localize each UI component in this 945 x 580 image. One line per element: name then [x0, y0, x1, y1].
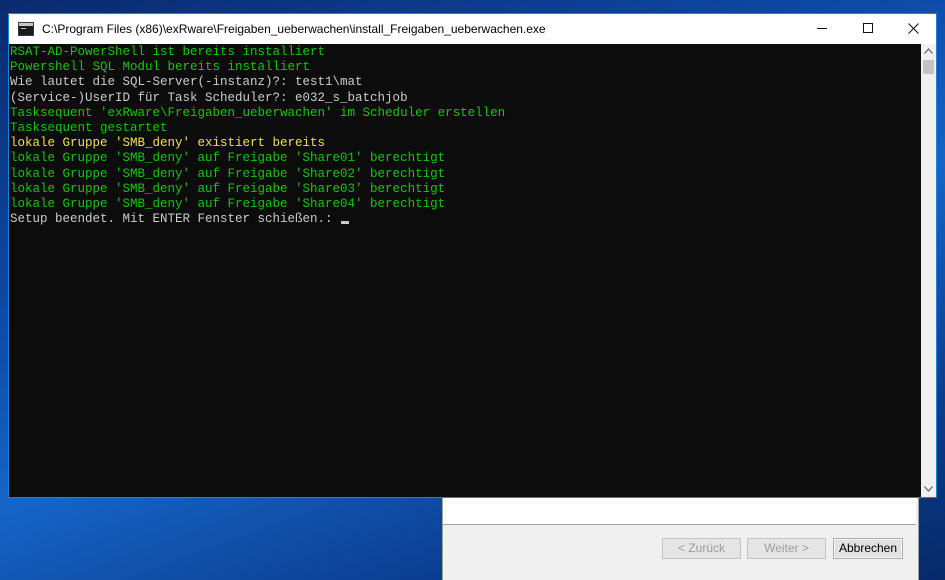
wizard-content-panel: [443, 494, 916, 525]
console-line: lokale Gruppe 'SMB_deny' auf Freigabe 'S…: [10, 182, 505, 197]
console-line: lokale Gruppe 'SMB_deny' auf Freigabe 'S…: [10, 197, 505, 212]
console-line: Powershell SQL Modul bereits installiert: [10, 60, 505, 75]
console-line-text: lokale Gruppe 'SMB_deny' auf Freigabe 'S…: [10, 196, 446, 211]
console-line-text: Powershell SQL Modul bereits installiert: [10, 60, 311, 75]
chevron-down-icon: [924, 486, 933, 492]
console-line: Tasksequent 'exRware\Freigaben_ueberwach…: [10, 106, 505, 121]
vertical-scrollbar[interactable]: [921, 44, 936, 497]
scroll-thumb[interactable]: [923, 60, 934, 74]
title-bar[interactable]: C:\Program Files (x86)\exRware\Freigaben…: [9, 14, 936, 44]
text-cursor: [341, 221, 350, 225]
console-line-text: RSAT-AD-PowerShell ist bereits installie…: [10, 45, 326, 59]
minimize-icon: [817, 28, 827, 29]
console-line-text: lokale Gruppe 'SMB_deny' auf Freigabe 'S…: [10, 181, 446, 196]
close-button[interactable]: [890, 14, 936, 43]
console-line-text: Wie lautet die SQL-Server(-instanz)?: te…: [10, 75, 363, 90]
cancel-button[interactable]: Abbrechen: [833, 538, 903, 559]
chevron-up-icon: [924, 48, 933, 54]
minimize-button[interactable]: [799, 14, 845, 43]
console-line-text: lokale Gruppe 'SMB_deny' auf Freigabe 'S…: [10, 151, 446, 166]
console-output[interactable]: RSAT-AD-PowerShell ist bereits installie…: [9, 44, 921, 497]
console-line: Setup beendet. Mit ENTER Fenster schieße…: [10, 212, 505, 227]
console-line-text: lokale Gruppe 'SMB_deny' auf Freigabe 'S…: [10, 166, 446, 181]
scroll-up-button[interactable]: [921, 44, 936, 59]
console-line-text: Setup beendet. Mit ENTER Fenster schieße…: [10, 212, 341, 227]
console-line-text: lokale Gruppe 'SMB_deny' existiert berei…: [10, 136, 326, 151]
console-line-text: Tasksequent 'exRware\Freigaben_ueberwach…: [10, 105, 506, 120]
installer-wizard-window: < Zurück Weiter > Abbrechen: [442, 494, 919, 580]
console-icon[interactable]: [18, 22, 34, 36]
console-line: lokale Gruppe 'SMB_deny' existiert berei…: [10, 136, 505, 151]
scroll-down-button[interactable]: [921, 482, 936, 497]
next-button[interactable]: Weiter >: [747, 538, 826, 559]
console-line: Tasksequent gestartet: [10, 121, 505, 136]
console-window: C:\Program Files (x86)\exRware\Freigaben…: [8, 13, 937, 498]
window-title: C:\Program Files (x86)\exRware\Freigaben…: [42, 22, 546, 36]
console-line: lokale Gruppe 'SMB_deny' auf Freigabe 'S…: [10, 167, 505, 182]
maximize-icon: [863, 23, 873, 33]
console-line: (Service-)UserID für Task Scheduler?: e0…: [10, 91, 505, 106]
console-line-text: (Service-)UserID für Task Scheduler?: e0…: [10, 90, 408, 105]
back-button[interactable]: < Zurück: [662, 538, 741, 559]
close-icon: [908, 23, 919, 34]
console-line: RSAT-AD-PowerShell ist bereits installie…: [10, 45, 505, 60]
console-line: lokale Gruppe 'SMB_deny' auf Freigabe 'S…: [10, 151, 505, 166]
console-lines: RSAT-AD-PowerShell ist bereits installie…: [10, 45, 505, 227]
console-line: Wie lautet die SQL-Server(-instanz)?: te…: [10, 75, 505, 90]
maximize-button[interactable]: [845, 14, 891, 43]
console-line-text: Tasksequent gestartet: [10, 120, 168, 135]
